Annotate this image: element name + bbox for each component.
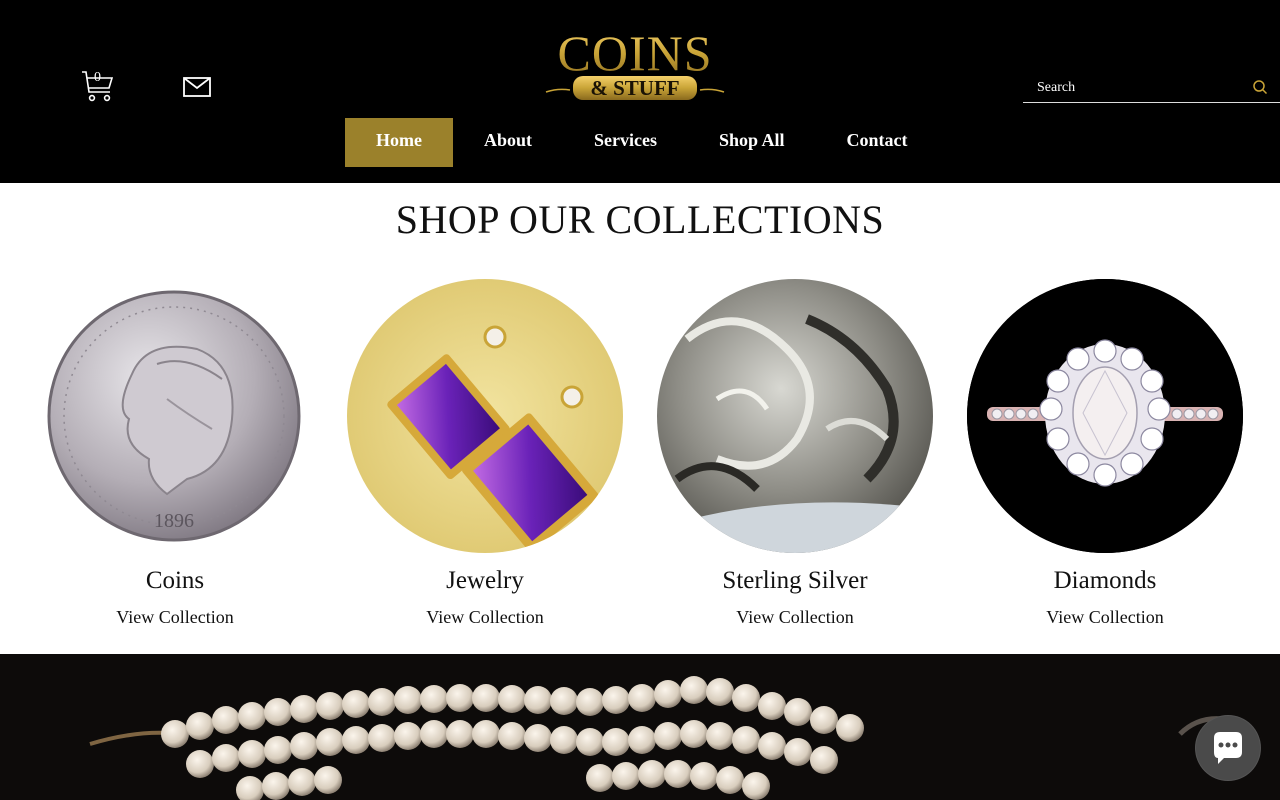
card-title: Coins [145,567,205,594]
view-collection-link[interactable]: View Collection [967,607,1243,628]
collection-card-coins: 1896 Coins View Collection [37,279,313,628]
collection-card-sterling-silver: Sterling Silver View Collection [657,279,933,628]
search-icon[interactable] [1252,79,1268,95]
view-collection-link[interactable]: View Collection [657,607,933,628]
chat-button[interactable] [1196,716,1260,780]
diamonds-image[interactable] [967,279,1243,553]
card-title: Sterling Silver [722,567,868,594]
view-collection-link[interactable]: View Collection [347,607,623,628]
mail-icon[interactable] [183,77,211,97]
jewelry-image[interactable] [347,279,623,553]
card-title: Diamonds [1053,567,1157,594]
search-bar [1023,72,1280,103]
pearls-banner-image [0,654,1280,800]
collection-card-diamonds: Diamonds View Collection [967,279,1243,628]
nav-home[interactable]: Home [345,118,453,167]
site-header: 0 COINS & STUFF Home About Services Shop… [0,0,1280,183]
logo-sub-text: & STUFF [590,76,679,100]
view-collection-link[interactable]: View Collection [37,607,313,628]
cart-count: 0 [94,70,101,85]
card-title: Jewelry [446,567,524,594]
logo-main-text: COINS [557,25,712,81]
site-logo[interactable]: COINS & STUFF [540,24,730,104]
svg-text:1896: 1896 [154,510,194,532]
chat-icon [1214,732,1242,764]
search-input[interactable] [1035,76,1239,100]
collection-card-jewelry: Jewelry View Collection [347,279,623,628]
nav-about[interactable]: About [453,118,563,167]
nav-shop-all[interactable]: Shop All [688,118,816,167]
coins-image[interactable]: 1896 [37,279,313,553]
sterling-silver-image[interactable] [657,279,933,553]
nav-services[interactable]: Services [563,118,688,167]
main-nav: Home About Services Shop All Contact [345,118,939,167]
collections-title: SHOP OUR COLLECTIONS [395,197,885,242]
nav-contact[interactable]: Contact [816,118,939,167]
